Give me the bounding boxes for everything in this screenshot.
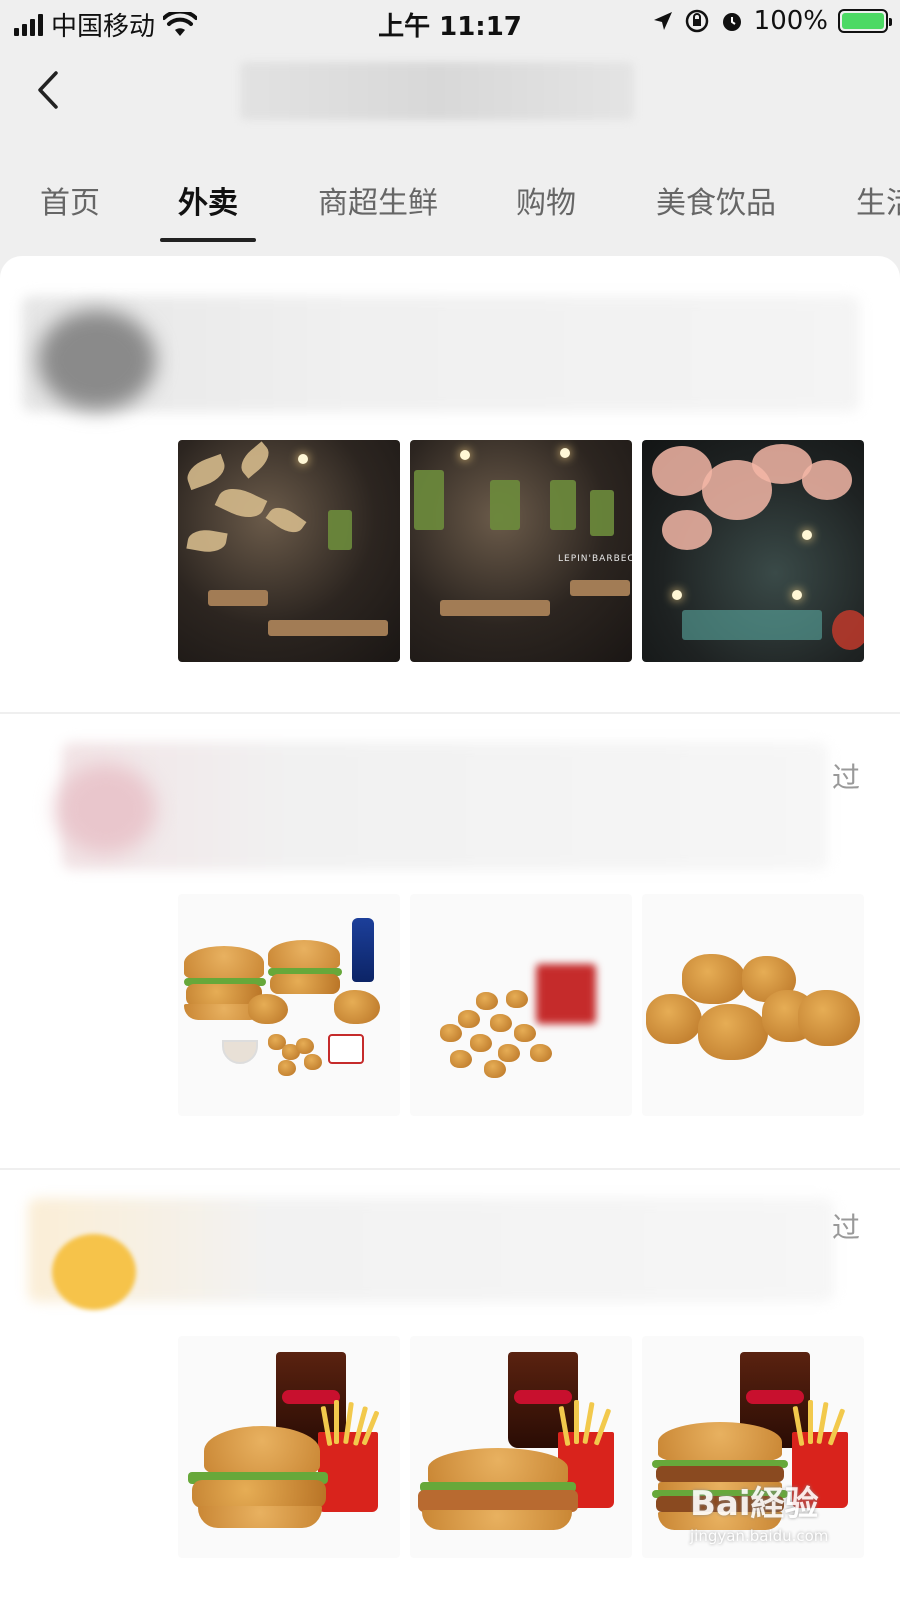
feed-card: LEPIN'BARBECU 过	[0, 256, 900, 1600]
tab-life[interactable]: 生活	[856, 178, 900, 222]
post-image[interactable]	[642, 894, 864, 1116]
watermark-brand: Bai経验	[690, 1484, 819, 1524]
tab-takeout[interactable]: 外卖	[178, 178, 238, 222]
post-image[interactable]	[178, 440, 400, 662]
watermark-url: jingyan.baidu.com	[690, 1527, 829, 1545]
avatar-redacted	[52, 1234, 136, 1310]
post-extra-text: 过	[831, 1211, 860, 1244]
tab-supermarket-fresh[interactable]: 商超生鲜	[318, 178, 438, 222]
post-header-redacted	[62, 742, 828, 870]
post-image[interactable]: LEPIN'BARBECU	[410, 440, 632, 662]
page-title-redacted	[240, 62, 634, 120]
category-tabs: 首页 外卖 商超生鲜 购物 美食饮品 生活	[0, 170, 900, 250]
status-bar: 中国移动 上午 11:17 100%	[0, 0, 900, 46]
sign-text: LEPIN'BARBECU	[558, 554, 632, 564]
feed-post[interactable]: LEPIN'BARBECU	[0, 256, 900, 712]
tab-active-indicator	[160, 238, 256, 242]
orientation-lock-icon	[685, 9, 708, 33]
chevron-left-icon	[38, 71, 58, 109]
post-image-row	[178, 894, 864, 1116]
tab-home[interactable]: 首页	[40, 178, 100, 222]
post-image[interactable]	[410, 894, 632, 1116]
status-right: 100%	[652, 6, 892, 36]
battery-icon	[838, 9, 892, 33]
post-image[interactable]	[410, 1336, 632, 1558]
avatar-redacted	[38, 310, 156, 410]
post-image[interactable]	[178, 1336, 400, 1558]
post-image[interactable]	[642, 440, 864, 662]
tab-food-drinks[interactable]: 美食饮品	[656, 178, 776, 222]
alarm-icon	[722, 13, 741, 31]
baidu-jingyan-watermark: Bai経验 jingyan.baidu.com	[690, 1476, 828, 1545]
avatar-redacted	[56, 764, 156, 854]
post-image[interactable]	[178, 894, 400, 1116]
post-image-row: LEPIN'BARBECU	[178, 440, 864, 662]
post-header-redacted	[28, 1198, 834, 1302]
post-extra-text: 过	[831, 761, 860, 794]
back-button[interactable]	[28, 66, 68, 114]
location-arrow-icon	[653, 12, 672, 30]
tab-shopping[interactable]: 购物	[516, 178, 576, 222]
feed-post[interactable]: 过	[0, 714, 900, 1168]
battery-percent: 100%	[753, 6, 828, 36]
